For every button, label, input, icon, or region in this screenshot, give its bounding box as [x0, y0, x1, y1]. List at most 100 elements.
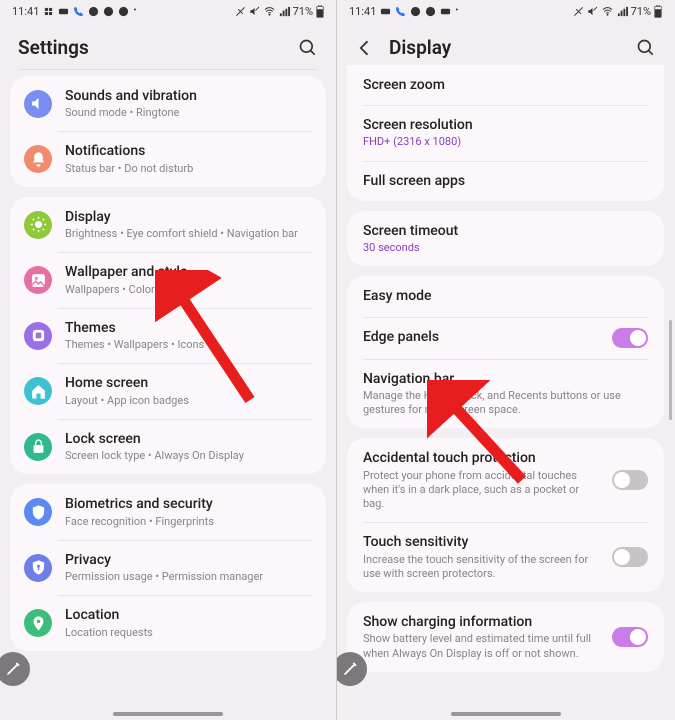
display-row-full-screen-apps[interactable]: Full screen apps	[347, 161, 664, 201]
row-subtitle: Manage the Home, Back, and Recents butto…	[363, 389, 648, 418]
row-title: Lock screen	[65, 430, 312, 448]
row-title: Biometrics and security	[65, 495, 312, 513]
status-bar: 11:41 • 71%	[337, 0, 674, 22]
row-subtitle: Wallpapers • Color palette	[65, 283, 312, 297]
home-icon	[24, 377, 52, 405]
scrollbar[interactable]	[669, 320, 672, 420]
display-row-screen-resolution[interactable]: Screen resolutionFHD+ (2316 x 1080)	[347, 105, 664, 160]
facebook-icon	[425, 6, 436, 17]
nav-handle[interactable]	[113, 712, 223, 716]
row-title: Full screen apps	[363, 172, 648, 190]
display-row-show-charging-information[interactable]: Show charging informationShow battery le…	[347, 602, 664, 672]
row-subtitle: Location requests	[65, 626, 312, 640]
display-row-screen-zoom[interactable]: Screen zoom	[347, 65, 664, 105]
settings-row-wallpaper-and-style[interactable]: Wallpaper and style Wallpapers • Color pa…	[10, 252, 326, 307]
battery-percent: 71%	[293, 5, 313, 18]
display-group: Accidental touch protectionProtect your …	[347, 438, 664, 592]
battery-percent: 71%	[631, 5, 651, 18]
settings-row-privacy[interactable]: PrivacyPermission usage • Permission man…	[10, 540, 326, 595]
display-group: Show charging informationShow battery le…	[347, 602, 664, 672]
privacy-icon	[24, 554, 52, 582]
row-title: Screen zoom	[363, 76, 648, 94]
youtube-icon	[380, 6, 391, 17]
display-row-navigation-bar[interactable]: Navigation barManage the Home, Back, and…	[347, 359, 664, 429]
phone-icon	[395, 6, 406, 17]
row-subtitle: Themes • Wallpapers • Icons	[65, 338, 312, 352]
settings-group: Sounds and vibrationSound mode • Rington…	[10, 76, 326, 187]
signal-icon	[279, 6, 290, 17]
shield-icon	[24, 498, 52, 526]
phone-left-settings: 11:41 • 71% Settings Sounds	[0, 0, 337, 720]
row-title: Privacy	[65, 551, 312, 569]
settings-row-notifications[interactable]: Notifications Status bar • Do not disturb	[10, 131, 326, 186]
sound-icon	[24, 90, 52, 118]
display-row-edge-panels[interactable]: Edge panels	[347, 317, 664, 359]
wallpaper-icon	[24, 266, 52, 294]
display-row-accidental-touch-protection[interactable]: Accidental touch protectionProtect your …	[347, 438, 664, 522]
facebook-icon	[88, 6, 99, 17]
signal-icon	[617, 6, 628, 17]
settings-row-location[interactable]: Location Location requests	[10, 595, 326, 650]
settings-row-home-screen[interactable]: Home screenLayout • App icon badges	[10, 363, 326, 418]
edit-fab[interactable]	[0, 652, 30, 686]
row-title: Sounds and vibration	[65, 87, 312, 105]
slack-icon	[43, 6, 54, 17]
back-icon[interactable]	[355, 38, 375, 58]
facebook-icon	[118, 6, 129, 17]
facebook-icon	[103, 6, 114, 17]
nav-handle[interactable]	[451, 712, 561, 716]
settings-row-lock-screen[interactable]: Lock screenScreen lock type • Always On …	[10, 419, 326, 474]
display-row-screen-timeout[interactable]: Screen timeout30 seconds	[347, 211, 664, 266]
display-group: Easy mode Edge panels Navigation barManage…	[347, 276, 664, 428]
row-title: Wallpaper and style	[65, 263, 312, 281]
settings-row-display[interactable]: DisplayBrightness • Eye comfort shield •…	[10, 197, 326, 252]
location-icon	[24, 609, 52, 637]
page-title: Display	[389, 36, 451, 59]
settings-row-biometrics-and-security[interactable]: Biometrics and security Face recognition …	[10, 484, 326, 539]
display-row-touch-sensitivity[interactable]: Touch sensitivityIncrease the touch sens…	[347, 522, 664, 592]
wifi-icon	[601, 6, 614, 17]
bell-icon	[24, 145, 52, 173]
status-time: 11:41	[349, 5, 376, 18]
search-icon[interactable]	[636, 38, 656, 58]
facebook-icon	[410, 6, 421, 17]
nfc-icon	[235, 6, 246, 17]
nfc-icon	[573, 6, 584, 17]
row-title: Edge panels	[363, 328, 602, 346]
row-title: Notifications	[65, 142, 312, 160]
row-subtitle: Brightness • Eye comfort shield • Naviga…	[65, 227, 312, 241]
display-header: Display	[337, 22, 674, 69]
row-subtitle: Status bar • Do not disturb	[65, 162, 312, 176]
settings-row-sounds-and-vibration[interactable]: Sounds and vibrationSound mode • Rington…	[10, 76, 326, 131]
row-subtitle: 30 seconds	[363, 241, 648, 255]
row-subtitle: Face recognition • Fingerprints	[65, 515, 312, 529]
page-title: Settings	[18, 36, 89, 59]
row-subtitle: Layout • App icon badges	[65, 394, 312, 408]
search-icon[interactable]	[298, 38, 318, 58]
lock-icon	[24, 433, 52, 461]
youtube-icon	[58, 6, 69, 17]
status-time: 11:41	[12, 5, 39, 18]
status-bar: 11:41 • 71%	[0, 0, 336, 22]
row-title: Location	[65, 606, 312, 624]
toggle-touch-sensitivity[interactable]	[612, 547, 648, 567]
settings-row-themes[interactable]: ThemesThemes • Wallpapers • Icons	[10, 308, 326, 363]
battery-icon	[316, 5, 324, 18]
row-subtitle: Sound mode • Ringtone	[65, 106, 312, 120]
youtube-icon	[440, 6, 451, 17]
row-subtitle: Show battery level and estimated time un…	[363, 632, 602, 661]
display-icon	[24, 211, 52, 239]
display-row-easy-mode[interactable]: Easy mode	[347, 276, 664, 316]
toggle-edge-panels[interactable]	[612, 328, 648, 348]
row-title: Themes	[65, 319, 312, 337]
row-title: Show charging information	[363, 613, 602, 631]
wifi-icon	[263, 6, 276, 17]
settings-group: DisplayBrightness • Eye comfort shield •…	[10, 197, 326, 474]
row-subtitle: Increase the touch sensitivity of the sc…	[363, 553, 602, 582]
mute-icon	[587, 6, 598, 17]
toggle-show-charging-information[interactable]	[612, 627, 648, 647]
settings-header: Settings	[0, 22, 336, 69]
phone-right-display: 11:41 • 71% Display	[337, 0, 674, 720]
row-title: Screen resolution	[363, 116, 648, 134]
toggle-accidental-touch-protection[interactable]	[612, 470, 648, 490]
